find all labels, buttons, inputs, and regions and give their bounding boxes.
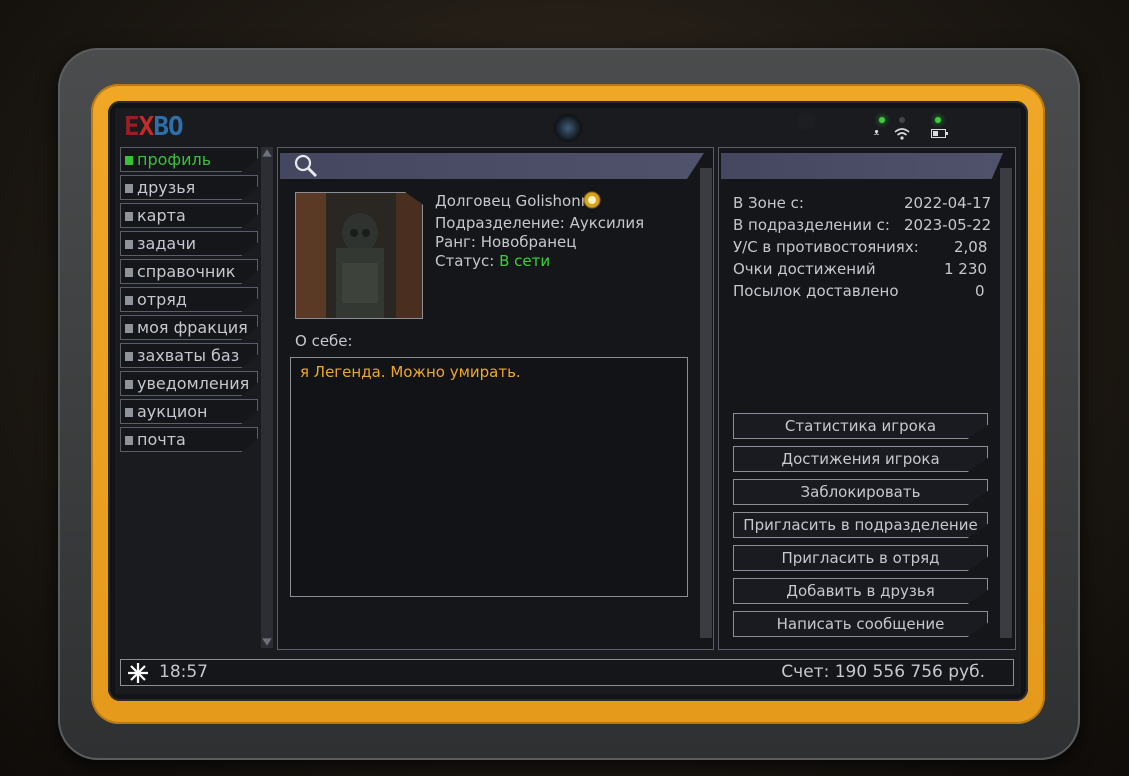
nav-bullet-icon: [125, 268, 133, 277]
profile-panel-header: [280, 153, 704, 179]
nav-item-reference[interactable]: справочник: [120, 259, 258, 284]
stats-panel-header: [721, 153, 1003, 179]
nav-bullet-icon: [125, 436, 133, 445]
nav-item-faction[interactable]: моя фракция: [120, 315, 258, 340]
nav-item-label: карта: [137, 206, 186, 225]
division-row: Подразделение: Ауксилия: [435, 214, 645, 232]
nav-item-tasks[interactable]: задачи: [120, 231, 258, 256]
nav-bullet-icon: [125, 324, 133, 333]
battery-icon: [931, 129, 948, 138]
nav-bullet-icon: [125, 408, 133, 417]
sensor-icon: [797, 112, 815, 130]
search-icon[interactable]: [293, 153, 319, 179]
nav-item-mail[interactable]: почта: [120, 427, 258, 452]
nav-item-label: аукцион: [137, 402, 208, 421]
wifi-icon: [894, 128, 910, 140]
about-label: О себе:: [295, 332, 353, 350]
nav-item-label: уведомления: [137, 374, 250, 393]
nav-scrollbar[interactable]: [261, 147, 273, 648]
status-bar: 18:57 Счет: 190 556 756 руб.: [120, 659, 1014, 686]
battery-led-icon: [935, 117, 941, 123]
nav-item-squad[interactable]: отряд: [120, 287, 258, 312]
nav-bullet-icon: [125, 352, 133, 361]
stat-value: 0: [975, 282, 985, 300]
about-box: я Легенда. Можно умирать.: [290, 357, 688, 597]
profile-scrollbar[interactable]: [700, 168, 712, 638]
nav-item-label: друзья: [137, 178, 196, 197]
camera-icon: [554, 114, 582, 142]
stats-scrollbar[interactable]: [1000, 168, 1012, 638]
about-text: я Легенда. Можно умирать.: [300, 363, 521, 381]
faction-badge-icon: [583, 191, 601, 209]
clock: 18:57: [159, 662, 208, 682]
invite-division-button[interactable]: Пригласить в подразделение: [733, 512, 988, 538]
add-friend-button[interactable]: Добавить в друзья: [733, 578, 988, 604]
stat-label: Очки достижений: [733, 260, 876, 278]
nav-item-friends[interactable]: друзья: [120, 175, 258, 200]
nav-bullet-icon: [125, 240, 133, 249]
balance: Счет: 190 556 756 руб.: [781, 662, 985, 682]
stat-value: 2,08: [954, 238, 988, 256]
nav-item-label: моя фракция: [137, 318, 248, 337]
nav-item-notifications[interactable]: уведомления: [120, 371, 258, 396]
nav-item-auction[interactable]: аукцион: [120, 399, 258, 424]
avatar-image: [296, 193, 422, 318]
nav-item-label: справочник: [137, 262, 236, 281]
emission-icon: [128, 663, 148, 683]
nav-item-label: почта: [137, 430, 186, 449]
nav-bullet-icon: [125, 380, 133, 389]
player-name: Долговец Golishonn: [435, 192, 591, 210]
scroll-up-icon[interactable]: [262, 149, 272, 157]
block-button[interactable]: Заблокировать: [733, 479, 988, 505]
exbo-logo: EXBO: [124, 112, 184, 142]
invite-squad-button[interactable]: Пригласить в отряд: [733, 545, 988, 571]
status-badge: В сети: [499, 252, 551, 270]
nav-item-base-captures[interactable]: захваты баз: [120, 343, 258, 368]
avatar[interactable]: [295, 192, 423, 319]
antenna-icon: ᵜ: [874, 127, 880, 142]
nav-item-label: отряд: [137, 290, 187, 309]
nav-bullet-icon: [125, 184, 133, 193]
nav-item-map[interactable]: карта: [120, 203, 258, 228]
rank-row: Ранг: Новобранец: [435, 233, 577, 251]
stat-value: 1 230: [944, 260, 987, 278]
nav-bullet-icon: [125, 212, 133, 221]
nav-item-label: задачи: [137, 234, 197, 253]
scroll-down-icon[interactable]: [262, 638, 272, 646]
stat-label: В Зоне с:: [733, 194, 804, 212]
send-message-button[interactable]: Написать сообщение: [733, 611, 988, 637]
stat-value: 2023-05-22: [904, 216, 992, 234]
stat-label: Посылок доставлено: [733, 282, 899, 300]
nav-bullet-icon: [125, 156, 133, 165]
nav-bullet-icon: [125, 296, 133, 305]
signal-led-icon: [879, 117, 885, 123]
status-row: Статус: В сети: [435, 252, 551, 270]
stat-label: У/С в противостояниях:: [733, 238, 919, 256]
stat-label: В подразделении с:: [733, 216, 890, 234]
player-achievements-button[interactable]: Достижения игрока: [733, 446, 988, 472]
nav-item-profile[interactable]: профиль: [120, 147, 258, 172]
nav-item-label: профиль: [137, 150, 212, 169]
stat-value: 2022-04-17: [904, 194, 992, 212]
wifi-led-icon: [899, 117, 905, 123]
player-stats-button[interactable]: Статистика игрока: [733, 413, 988, 439]
nav-item-label: захваты баз: [137, 346, 240, 365]
